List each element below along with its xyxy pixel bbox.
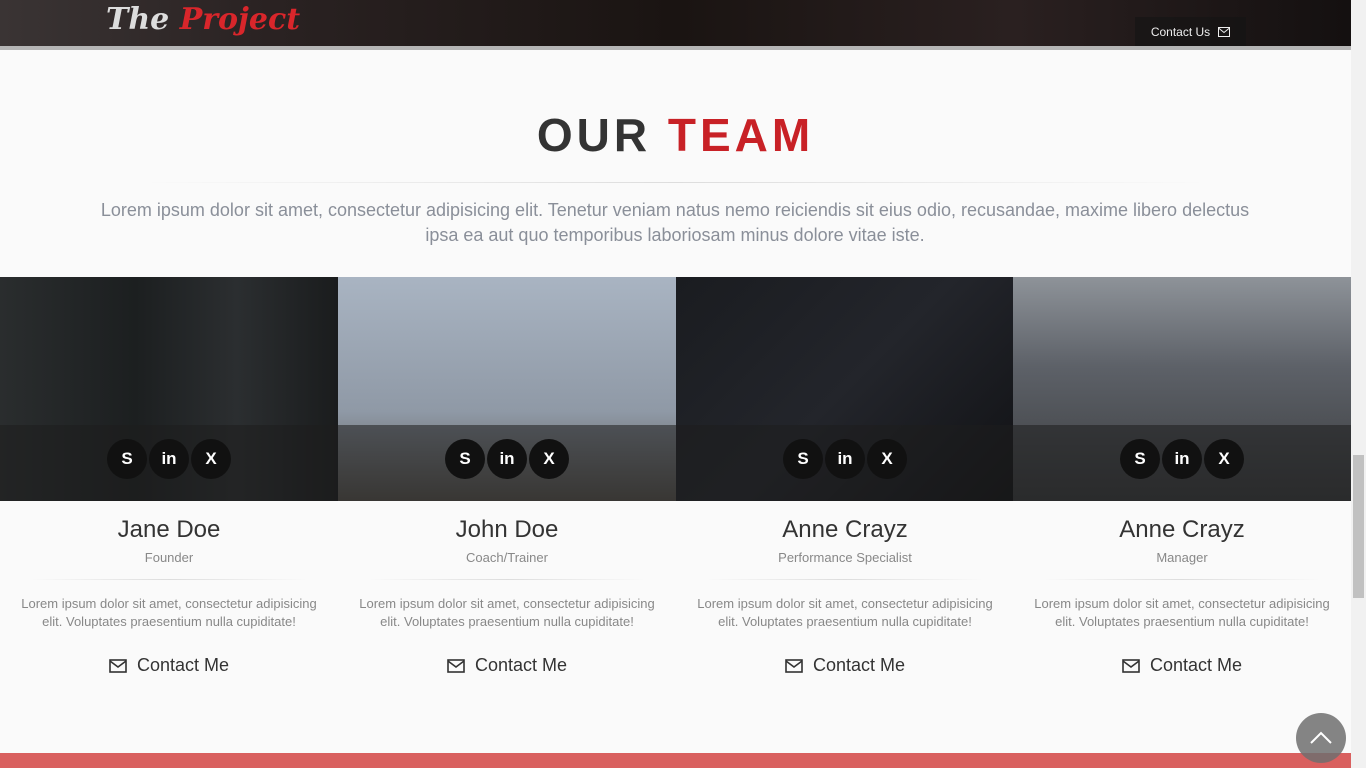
xing-icon: X	[1218, 449, 1230, 468]
member-role: Coach/Trainer	[466, 550, 548, 565]
envelope-icon	[447, 658, 465, 673]
envelope-icon	[109, 658, 127, 673]
divider	[30, 579, 308, 580]
contact-me-button[interactable]: Contact Me	[0, 655, 338, 676]
divider	[1043, 579, 1321, 580]
member-role: Performance Specialist	[778, 550, 912, 565]
team-member-card: Sin X Jane Doe Founder Lorem ipsum dolor …	[0, 277, 338, 676]
contact-me-label: Contact Me	[474, 655, 568, 675]
linkedin-icon: in	[499, 449, 515, 468]
member-name: Anne Crayz	[782, 516, 908, 543]
member-photo: Sin X	[1013, 277, 1351, 501]
xing-icon: X	[881, 449, 893, 468]
section-title: OUR TEAM	[0, 108, 1351, 162]
scrollbar[interactable]	[1351, 0, 1366, 768]
skype-button[interactable]: S	[1120, 439, 1160, 479]
xing-button[interactable]: X	[529, 439, 569, 479]
linkedin-button[interactable]: in	[487, 439, 527, 479]
xing-icon: X	[205, 449, 217, 468]
skype-button[interactable]: S	[107, 439, 147, 479]
xing-button[interactable]: X	[191, 439, 231, 479]
linkedin-icon: in	[837, 449, 853, 468]
skype-icon: S	[121, 449, 133, 468]
member-name: John Doe	[455, 516, 559, 543]
member-description: Lorem ipsum dolor sit amet, consectetur …	[1034, 596, 1330, 629]
member-name: Anne Crayz	[1119, 516, 1245, 543]
logo-text-project: Project	[179, 2, 301, 37]
skype-icon: S	[1134, 449, 1146, 468]
member-photo: Sin X	[676, 277, 1014, 501]
member-role: Manager	[1156, 550, 1208, 565]
social-overlay: Sin X	[1013, 425, 1351, 501]
divider	[140, 182, 1210, 183]
contact-me-label: Contact Me	[812, 655, 906, 675]
back-to-top-button[interactable]	[1296, 713, 1346, 763]
contact-me-label: Contact Me	[1149, 655, 1243, 675]
linkedin-button[interactable]: in	[1162, 439, 1202, 479]
linkedin-icon: in	[1174, 449, 1190, 468]
scrollbar-thumb[interactable]	[1353, 455, 1364, 598]
member-role: Founder	[144, 550, 194, 565]
member-name: Jane Doe	[117, 516, 221, 543]
social-overlay: Sin X	[338, 425, 676, 501]
divider	[706, 579, 984, 580]
team-member-card: Sin X Anne Crayz Manager Lorem ipsum dolo…	[1013, 277, 1351, 676]
social-overlay: Sin X	[676, 425, 1014, 501]
divider	[368, 579, 646, 580]
contact-us-button[interactable]: Contact Us	[1135, 17, 1246, 46]
member-description: Lorem ipsum dolor sit amet, consectetur …	[697, 596, 993, 629]
xing-icon: X	[543, 449, 555, 468]
member-description: Lorem ipsum dolor sit amet, consectetur …	[359, 596, 655, 629]
site-header: The Project Contact Us	[0, 0, 1351, 50]
linkedin-icon: in	[161, 449, 177, 468]
contact-me-button[interactable]: Contact Me	[1013, 655, 1351, 676]
contact-me-label: Contact Me	[136, 655, 230, 675]
social-overlay: Sin X	[0, 425, 338, 501]
linkedin-button[interactable]: in	[825, 439, 865, 479]
team-member-card: Sin X John Doe Coach/Trainer Lorem ipsum …	[338, 277, 676, 676]
skype-icon: S	[797, 449, 809, 468]
section-lead: Lorem ipsum dolor sit amet, consectetur …	[100, 200, 1250, 245]
title-team: TEAM	[667, 109, 815, 161]
envelope-icon	[785, 658, 803, 673]
skype-button[interactable]: S	[445, 439, 485, 479]
team-member-card: Sin X Anne Crayz Performance Specialist L…	[676, 277, 1014, 676]
linkedin-button[interactable]: in	[149, 439, 189, 479]
footer-strip	[0, 753, 1351, 768]
xing-button[interactable]: X	[1204, 439, 1244, 479]
logo[interactable]: The Project	[106, 2, 300, 37]
member-photo: Sin X	[0, 277, 338, 501]
member-photo: Sin X	[338, 277, 676, 501]
envelope-icon	[1122, 658, 1140, 673]
skype-button[interactable]: S	[783, 439, 823, 479]
contact-me-button[interactable]: Contact Me	[338, 655, 676, 676]
contact-me-button[interactable]: Contact Me	[676, 655, 1014, 676]
skype-icon: S	[459, 449, 471, 468]
chevron-up-icon	[1310, 731, 1332, 744]
title-our: OUR	[536, 109, 652, 161]
member-description: Lorem ipsum dolor sit amet, consectetur …	[21, 596, 317, 629]
xing-button[interactable]: X	[867, 439, 907, 479]
envelope-icon	[1218, 26, 1231, 37]
logo-text-the: The	[106, 2, 170, 37]
contact-us-label: Contact Us	[1150, 24, 1211, 39]
